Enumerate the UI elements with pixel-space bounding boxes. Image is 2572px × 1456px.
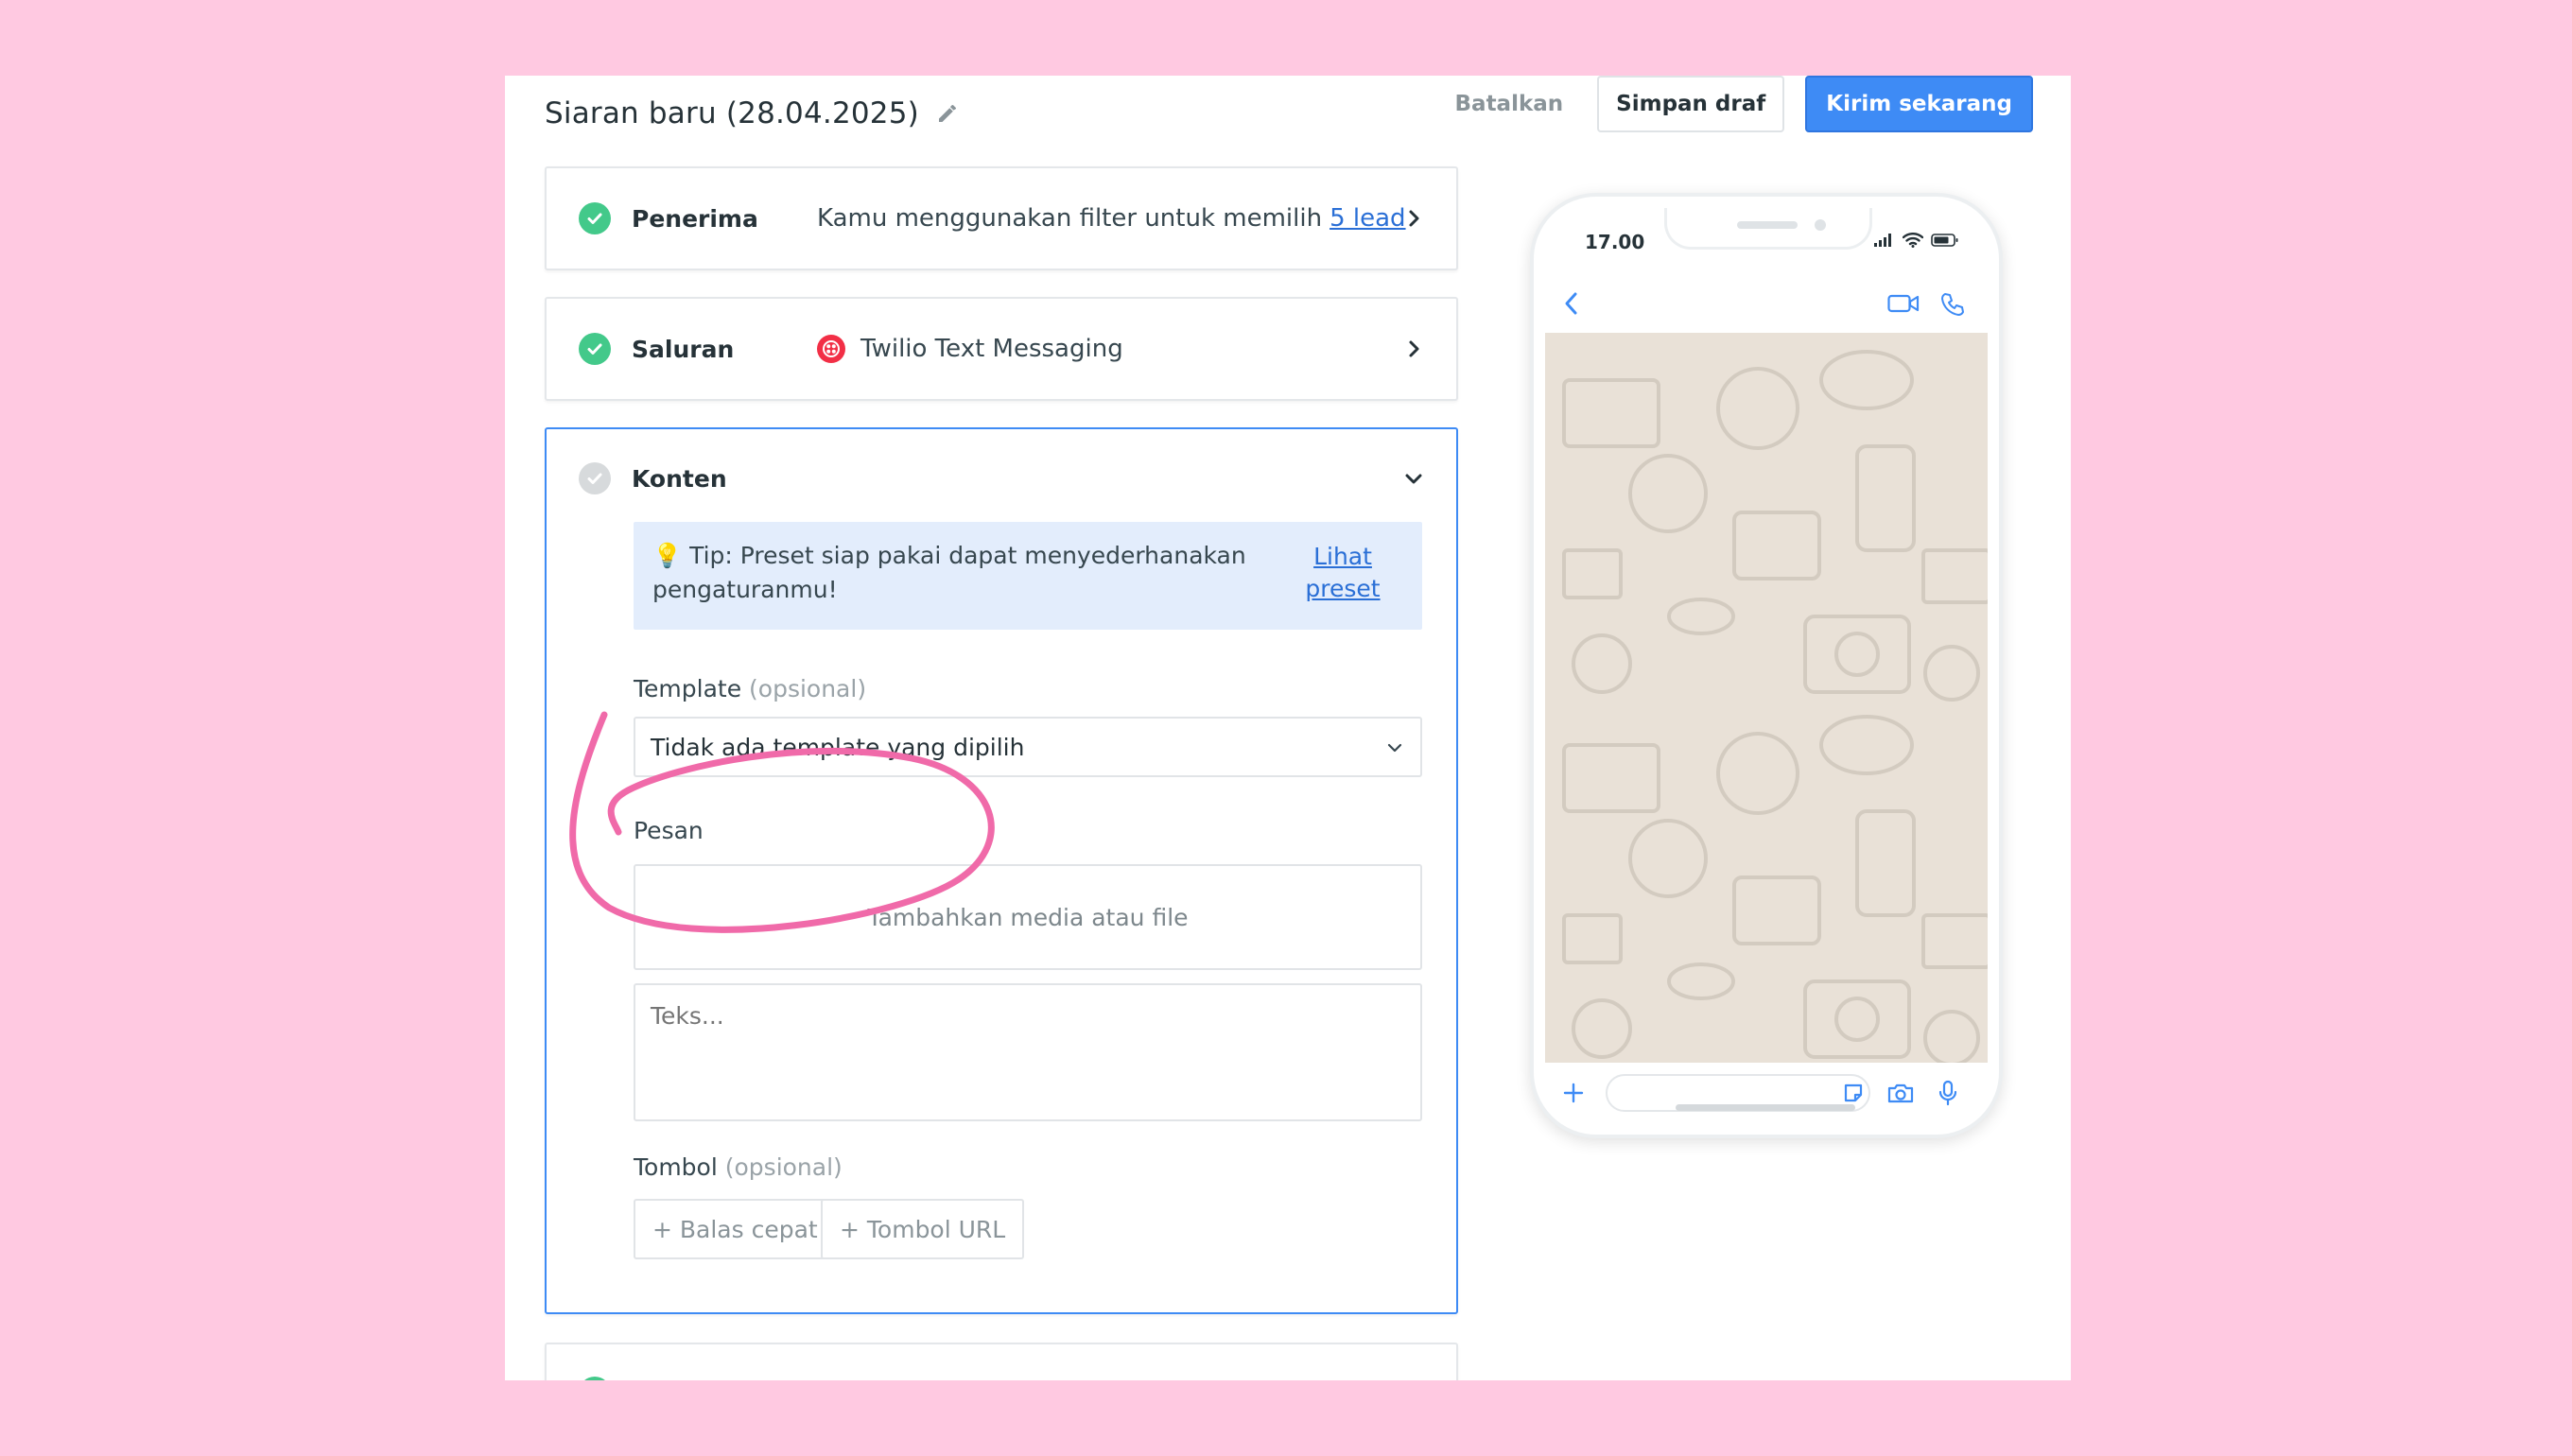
lens-doodle — [1834, 997, 1880, 1042]
signal-icon — [1874, 234, 1891, 247]
planet-doodle — [1667, 962, 1735, 1000]
camera-dot — [1815, 219, 1826, 231]
plus-icon[interactable] — [1562, 1082, 1585, 1104]
optional-text: (opsional) — [749, 675, 867, 702]
header-actions: Batalkan Simpan draf Kirim sekarang — [1442, 76, 2033, 132]
wifi-icon — [1903, 233, 1923, 248]
check-icon — [579, 462, 611, 494]
chat-bubble-doodle — [1716, 367, 1799, 450]
camera-doodle — [1803, 615, 1911, 694]
step-content: Konten 💡 Tip: Preset siap pakai dapat me… — [545, 427, 1458, 1314]
chat-header — [1545, 274, 1988, 333]
speaker — [1737, 221, 1798, 229]
message-text-input[interactable] — [634, 983, 1422, 1121]
buttons-label: Tombol (opsional) — [634, 1153, 843, 1181]
step-name: Penerima — [632, 204, 758, 233]
battery-icon — [1931, 234, 1958, 247]
tip-banner: 💡 Tip: Preset siap pakai dapat menyederh… — [634, 522, 1422, 630]
home-indicator — [1676, 1104, 1855, 1111]
chevron-right-icon[interactable] — [1403, 338, 1424, 359]
status-icons — [1874, 233, 1959, 248]
phone-doodle — [1855, 809, 1916, 917]
send-now-button[interactable]: Kirim sekarang — [1805, 76, 2033, 132]
speech-doodle — [1819, 350, 1914, 410]
tip-text: 💡 Tip: Preset siap pakai dapat menyederh… — [652, 542, 1246, 603]
chevron-right-icon[interactable] — [1403, 208, 1424, 229]
laptop-doodle — [1562, 743, 1660, 813]
pencil-icon[interactable] — [936, 102, 959, 125]
phone-screen: 17.00 — [1545, 208, 1988, 1123]
envelope-doodle — [1562, 548, 1623, 599]
speech-doodle — [1819, 715, 1914, 775]
buttons-label-text: Tombol — [634, 1153, 718, 1181]
message-label: Pesan — [634, 817, 704, 844]
step-name: Konten — [632, 464, 727, 493]
template-label: Template (opsional) — [634, 675, 866, 702]
step-summary: Kamu menggunakan filter untuk memilih 5 … — [817, 204, 1406, 233]
see-presets-link[interactable]: Lihat preset — [1305, 541, 1381, 605]
add-media-button[interactable]: Tambahkan media atau file — [634, 864, 1422, 970]
leads-link[interactable]: 5 lead — [1329, 204, 1405, 233]
step-name: Saluran — [632, 335, 735, 363]
save-draft-button[interactable]: Simpan draf — [1597, 76, 1785, 132]
template-select[interactable]: Tidak ada template yang dipilih — [634, 717, 1422, 777]
phone-doodle — [1855, 444, 1916, 552]
magnifier-doodle — [1572, 998, 1632, 1059]
envelope-doodle — [1562, 913, 1623, 964]
check-icon — [579, 202, 611, 234]
bubble-doodle — [1628, 819, 1708, 898]
message-doodle — [1732, 875, 1821, 945]
phone-notch — [1664, 208, 1872, 250]
magnifier-doodle — [1923, 1010, 1980, 1063]
template-label-text: Template — [634, 675, 742, 702]
wallpaper-doodles — [1562, 350, 1988, 1063]
magnifier-doodle — [1572, 633, 1632, 694]
planet-doodle — [1667, 598, 1735, 635]
url-button[interactable]: + Tombol URL — [821, 1199, 1025, 1259]
step-recipients[interactable]: Penerima Kamu menggunakan filter untuk m… — [545, 166, 1458, 270]
channel-name: Twilio Text Messaging — [860, 335, 1123, 363]
phone-call-icon[interactable] — [1940, 291, 1965, 316]
chevron-down-icon[interactable] — [1403, 468, 1424, 489]
lens-doodle — [1834, 632, 1880, 677]
twilio-icon — [817, 335, 845, 363]
recipients-summary-text: Kamu menggunakan filter untuk memilih — [817, 204, 1323, 233]
step-channel[interactable]: Saluran Twilio Text Messaging — [545, 297, 1458, 401]
video-icon[interactable] — [1887, 293, 1920, 314]
back-icon[interactable] — [1562, 291, 1581, 316]
chat-wallpaper — [1545, 333, 1988, 1063]
optional-text: (opsional) — [724, 1153, 843, 1181]
check-icon — [579, 1377, 611, 1380]
laptop-doodle — [1562, 378, 1660, 448]
phone-preview: 17.00 — [1530, 193, 2003, 1138]
envelope-doodle — [1921, 913, 1988, 969]
sticker-icon[interactable] — [1842, 1082, 1865, 1104]
app-frame: Siaran baru (28.04.2025) Batalkan Simpan… — [505, 76, 2071, 1380]
camera-icon[interactable] — [1887, 1082, 1914, 1104]
quick-reply-button[interactable]: + Balas cepat — [634, 1199, 837, 1259]
magnifier-doodle — [1923, 645, 1980, 702]
step-summary: Twilio Text Messaging — [817, 335, 1123, 363]
template-select-value: Tidak ada template yang dipilih — [651, 733, 1025, 761]
camera-doodle — [1803, 979, 1911, 1059]
mic-icon[interactable] — [1938, 1080, 1957, 1106]
step-header: Penerima Kamu menggunakan filter untuk m… — [547, 168, 1456, 269]
bubble-doodle — [1628, 454, 1708, 533]
chat-bubble-doodle — [1716, 732, 1799, 815]
step-next[interactable] — [545, 1343, 1458, 1380]
page-header: Siaran baru (28.04.2025) — [545, 85, 959, 142]
status-time: 17.00 — [1585, 231, 1645, 253]
page-title: Siaran baru (28.04.2025) — [545, 96, 919, 130]
message-doodle — [1732, 511, 1821, 581]
envelope-doodle — [1921, 548, 1988, 604]
check-icon — [579, 333, 611, 365]
step-header: Saluran Twilio Text Messaging — [547, 299, 1456, 399]
cancel-button[interactable]: Batalkan — [1442, 92, 1577, 116]
chevron-down-icon — [1384, 737, 1405, 757]
step-header[interactable]: Konten — [547, 429, 1456, 528]
chat-input-bar — [1545, 1063, 1988, 1123]
